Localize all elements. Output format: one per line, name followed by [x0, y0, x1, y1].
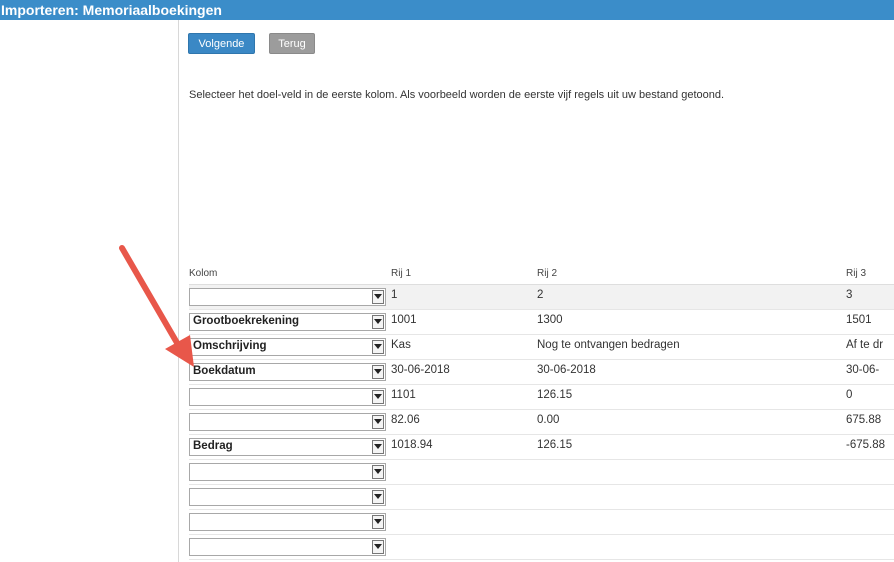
table-row [189, 510, 894, 535]
cell-rij-2: 30-06-2018 [537, 364, 596, 376]
target-field-select[interactable] [189, 288, 386, 306]
grid-header-row: Kolom Rij 1 Rij 2 Rij 3 [189, 262, 894, 285]
cell-rij-1: Kas [391, 339, 411, 351]
cell-rij-1: 1 [391, 289, 398, 301]
cell-rij-3: -675.88 [846, 439, 886, 451]
back-button[interactable]: Terug [269, 33, 315, 54]
chevron-down-icon[interactable] [372, 540, 384, 554]
cell-rij-2: 0.00 [537, 414, 560, 426]
table-row [189, 535, 894, 560]
target-field-value: Grootboekrekening [193, 315, 300, 327]
chevron-down-icon[interactable] [372, 440, 384, 454]
target-field-select[interactable] [189, 413, 386, 431]
import-preview-grid: Kolom Rij 1 Rij 2 Rij 3 1 2 3 Grootboekreke… [189, 262, 894, 560]
chevron-down-icon[interactable] [372, 290, 384, 304]
cell-rij-2: 126.15 [537, 389, 573, 401]
chevron-down-icon[interactable] [372, 515, 384, 529]
cell-rij-1: 1001 [391, 314, 417, 326]
table-row: Bedrag 1018.94 126.15 -675.88 [189, 435, 894, 460]
cell-rij-2: 1300 [537, 314, 563, 326]
target-field-select[interactable] [189, 538, 386, 556]
header-rij-3: Rij 3 [846, 268, 867, 279]
table-row [189, 485, 894, 510]
cell-rij-2: 126.15 [537, 439, 573, 451]
target-field-value: Omschrijving [193, 340, 267, 352]
table-row: 82.06 0.00 675.88 [189, 410, 894, 435]
cell-rij-1: 1018.94 [391, 439, 433, 451]
annotation-arrow-icon [119, 245, 194, 367]
target-field-value: Boekdatum [193, 365, 256, 377]
cell-rij-1: 82.06 [391, 414, 420, 426]
window-title: Importeren: Memoriaalboekingen [0, 0, 894, 20]
cell-rij-3: 675.88 [846, 414, 882, 426]
cell-rij-1: 1101 [391, 389, 416, 401]
header-rij-1: Rij 1 [391, 268, 412, 279]
target-field-select[interactable]: Bedrag [189, 438, 386, 456]
cell-rij-1: 30-06-2018 [391, 364, 450, 376]
cell-rij-3: 3 [846, 289, 853, 301]
cell-rij-3: 30-06- [846, 364, 880, 376]
cell-rij-3: 1501 [846, 314, 872, 326]
cell-rij-3: 0 [846, 389, 853, 401]
cell-rij-2: 2 [537, 289, 544, 301]
chevron-down-icon[interactable] [372, 465, 384, 479]
table-row [189, 460, 894, 485]
chevron-down-icon[interactable] [372, 315, 384, 329]
chevron-down-icon[interactable] [372, 340, 384, 354]
target-field-select[interactable] [189, 463, 386, 481]
header-rij-2: Rij 2 [537, 268, 558, 279]
instruction-text: Selecteer het doel-veld in de eerste kol… [189, 89, 725, 101]
target-field-select[interactable]: Omschrijving [189, 338, 386, 356]
target-field-select[interactable]: Boekdatum [189, 363, 386, 381]
target-field-select[interactable]: Grootboekrekening [189, 313, 386, 331]
table-row: Boekdatum 30-06-2018 30-06-2018 30-06- [189, 360, 894, 385]
next-button[interactable]: Volgende [188, 33, 255, 54]
cell-rij-3: Af te dr [846, 339, 884, 351]
table-row: Omschrijving Kas Nog te ontvangen bedragen… [189, 335, 894, 360]
target-field-select[interactable] [189, 488, 386, 506]
cell-rij-2: Nog te ontvangen bedragen [537, 339, 680, 351]
table-row: 1101 126.15 0 [189, 385, 894, 410]
chevron-down-icon[interactable] [372, 490, 384, 504]
table-row: Grootboekrekening 1001 1300 1501 [189, 310, 894, 335]
target-field-select[interactable] [189, 513, 386, 531]
target-field-value: Bedrag [193, 440, 233, 452]
chevron-down-icon[interactable] [372, 390, 384, 404]
grid-body: 1 2 3 Grootboekrekening 1001 1300 1501 Omschrij… [189, 285, 894, 560]
target-field-select[interactable] [189, 388, 386, 406]
chevron-down-icon[interactable] [372, 365, 384, 379]
chevron-down-icon[interactable] [372, 415, 384, 429]
table-row: 1 2 3 [189, 285, 894, 310]
